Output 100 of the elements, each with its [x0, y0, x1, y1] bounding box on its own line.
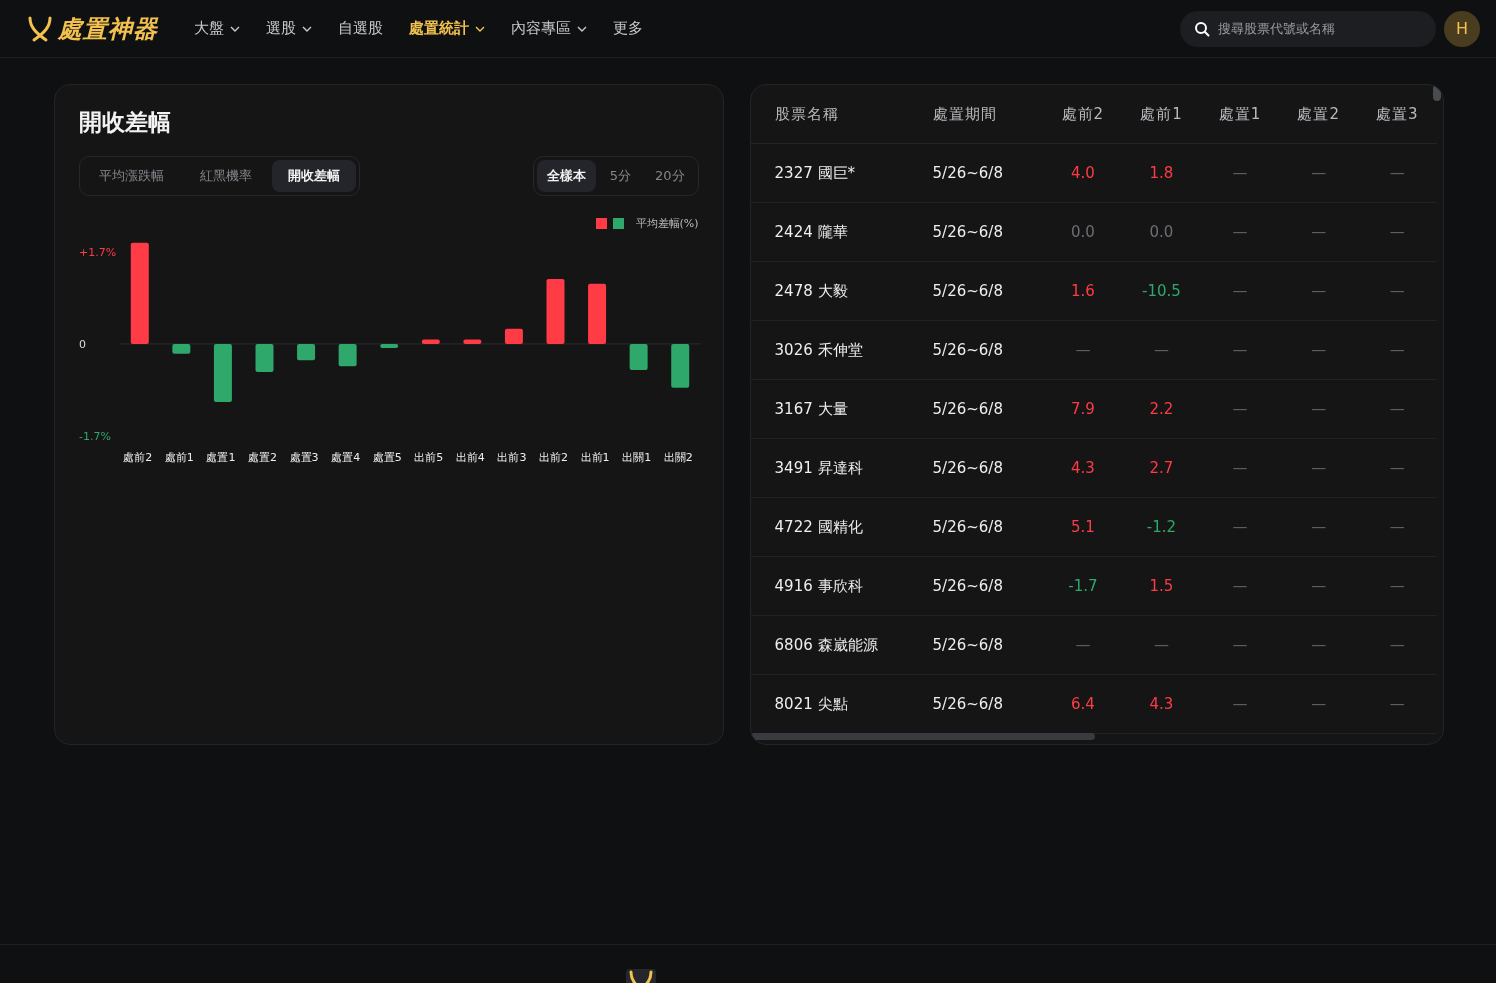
value-cell: —: [1279, 202, 1358, 262]
stock-name-cell[interactable]: 4722 國精化: [750, 497, 932, 557]
column-header[interactable]: 處前2: [1043, 85, 1123, 144]
axis-category-label: 處置2: [248, 451, 277, 464]
value-cell: —: [1279, 438, 1358, 498]
bar: [380, 343, 399, 348]
search-field[interactable]: 搜尋股票代號或名稱: [1180, 10, 1436, 47]
nav-item[interactable]: 內容專區: [511, 19, 587, 38]
value-cell: —: [1200, 615, 1280, 675]
avatar[interactable]: H: [1444, 10, 1480, 47]
period-cell: 5/26~6/8: [931, 261, 1044, 321]
stock-name-cell[interactable]: 3491 昇達科: [750, 438, 932, 498]
value-cell: 0.0: [1043, 202, 1123, 262]
metric-tab[interactable]: 紅黑機率: [184, 160, 268, 192]
bar: [421, 339, 440, 344]
axis-category-label: 處前1: [164, 451, 194, 464]
value-cell: —: [1357, 143, 1437, 203]
column-header[interactable]: 處置2: [1279, 85, 1358, 144]
value-cell: —: [1279, 143, 1358, 203]
sample-tab[interactable]: 20分: [645, 160, 695, 192]
value-cell: 4.3: [1043, 438, 1123, 498]
value-cell: —: [1357, 556, 1437, 616]
bar: [546, 278, 565, 344]
nav-item[interactable]: 處置統計: [409, 19, 485, 38]
value-cell: —: [1357, 674, 1437, 734]
column-header[interactable]: 處置期間: [931, 85, 1044, 144]
sample-tab[interactable]: 全樣本: [536, 160, 596, 192]
value-cell: —: [1122, 320, 1201, 380]
period-cell: 5/26~6/8: [931, 320, 1044, 380]
axis-category-label: 處置5: [372, 451, 402, 464]
value-cell: 4.0: [1043, 143, 1123, 203]
value-cell: 1.6: [1043, 261, 1123, 321]
value-cell: —: [1200, 497, 1280, 557]
horizontal-scrollbar[interactable]: [750, 733, 1095, 740]
stock-name-cell[interactable]: 2327 國巨*: [750, 143, 932, 203]
value-cell: 7.9: [1043, 379, 1123, 439]
bar: [172, 343, 191, 354]
value-cell: —: [1357, 379, 1437, 439]
axis-tick-label: +1.7%: [79, 245, 117, 259]
column-header[interactable]: 處置1: [1200, 85, 1280, 144]
value-cell: —: [1357, 320, 1437, 380]
value-cell: —: [1279, 320, 1358, 380]
value-cell: —: [1279, 261, 1358, 321]
value-cell: —: [1200, 438, 1280, 498]
axis-category-label: 出關1: [622, 451, 652, 464]
value-cell: —: [1200, 202, 1280, 262]
sample-tab[interactable]: 5分: [599, 160, 642, 192]
stock-name-cell[interactable]: 6806 森崴能源: [750, 615, 932, 675]
value-cell: —: [1279, 379, 1358, 439]
value-cell: —: [1357, 261, 1437, 321]
metric-tab[interactable]: 開收差幅: [272, 160, 356, 192]
column-header[interactable]: 股票名稱: [750, 85, 932, 144]
stock-name-cell[interactable]: 4916 事欣科: [750, 556, 932, 616]
value-cell: —: [1279, 615, 1358, 675]
legend-label: 平均差幅(%): [635, 216, 699, 231]
stock-name-cell[interactable]: 3026 禾伸堂: [750, 320, 932, 380]
value-cell: —: [1279, 556, 1358, 616]
period-cell: 5/26~6/8: [931, 202, 1044, 262]
value-cell: 0.0: [1122, 202, 1201, 262]
nav-item[interactable]: 更多: [613, 19, 643, 38]
axis-category-label: 出前1: [580, 451, 610, 464]
bar: [629, 343, 648, 370]
stock-name-cell[interactable]: 3167 大量: [750, 379, 932, 439]
nav-item[interactable]: 大盤: [194, 19, 240, 38]
axis-category-label: 出前2: [539, 451, 568, 464]
period-cell: 5/26~6/8: [931, 438, 1044, 498]
metric-tab[interactable]: 平均漲跌幅: [83, 160, 180, 192]
vertical-scrollbar[interactable]: [1433, 85, 1441, 101]
bar: [255, 343, 274, 373]
period-cell: 5/26~6/8: [931, 556, 1044, 616]
value-cell: —: [1200, 674, 1280, 734]
value-cell: -1.2: [1122, 497, 1201, 557]
value-cell: —: [1200, 379, 1280, 439]
column-header[interactable]: 處前1: [1122, 85, 1201, 144]
value-cell: 2.7: [1122, 438, 1201, 498]
nav-item[interactable]: 選股: [266, 19, 312, 38]
value-cell: 1.5: [1122, 556, 1201, 616]
period-cell: 5/26~6/8: [931, 615, 1044, 675]
value-cell: 5.1: [1043, 497, 1123, 557]
value-cell: —: [1357, 615, 1437, 675]
bar: [213, 343, 232, 402]
axis-tick-label: -1.7%: [79, 430, 111, 443]
axis-tick-label: 0: [79, 337, 86, 351]
value-cell: —: [1357, 202, 1437, 262]
value-cell: -1.7: [1043, 556, 1123, 616]
axis-category-label: 處置4: [331, 451, 361, 464]
axis-category-label: 處置1: [206, 451, 236, 464]
bar: [671, 343, 690, 388]
period-cell: 5/26~6/8: [931, 379, 1044, 439]
bar: [588, 283, 607, 344]
bar: [338, 343, 357, 367]
search-icon: [1194, 20, 1210, 37]
stock-name-cell[interactable]: 2478 大毅: [750, 261, 932, 321]
nav-item[interactable]: 自選股: [338, 19, 383, 38]
stock-name-cell[interactable]: 2424 隴華: [750, 202, 932, 262]
logo-text[interactable]: 處置神器: [58, 12, 158, 45]
value-cell: —: [1200, 261, 1280, 321]
value-cell: —: [1122, 615, 1201, 675]
value-cell: 2.2: [1122, 379, 1201, 439]
bar: [504, 328, 523, 344]
